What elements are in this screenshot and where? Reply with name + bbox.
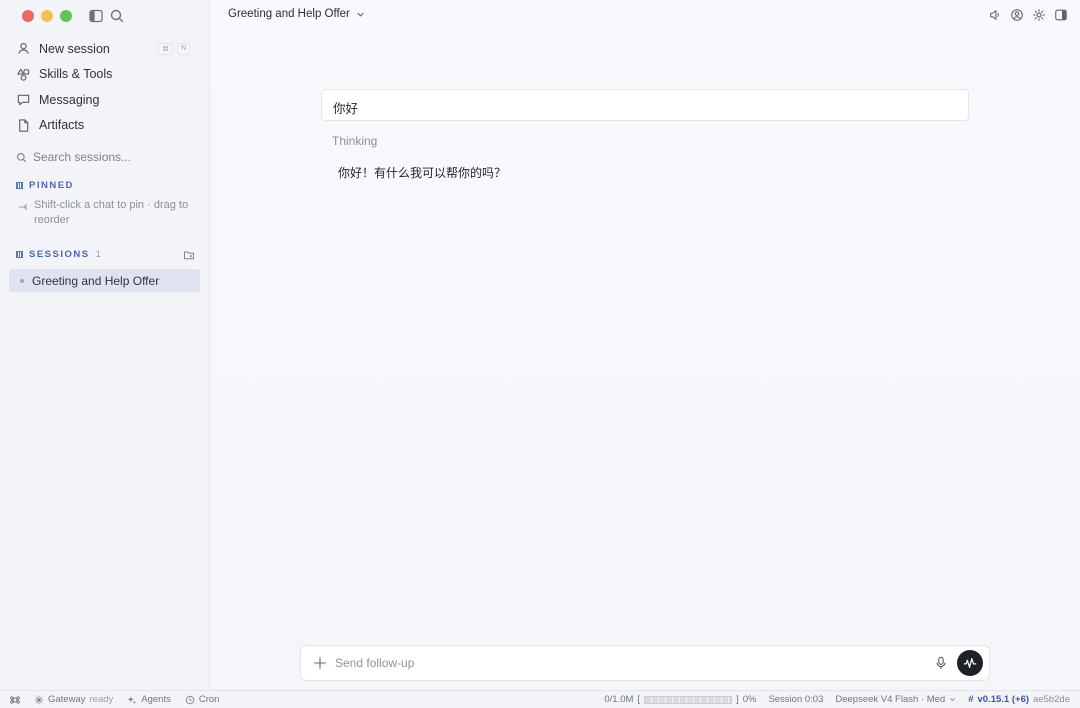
- pin-icon: [19, 203, 27, 211]
- agents-status[interactable]: Agents: [127, 694, 171, 705]
- model-label: Deepseek V4 Flash · Med: [835, 694, 946, 705]
- session-title: Greeting and Help Offer: [32, 273, 160, 288]
- commit-hash: ae5b2de: [1033, 694, 1070, 705]
- clock-icon: [185, 695, 195, 704]
- user-icon: [18, 43, 29, 55]
- chevron-down-icon: [950, 698, 956, 702]
- new-session-button[interactable]: New session ⌘ N: [10, 36, 200, 62]
- sessions-label: SESSIONS: [29, 249, 90, 260]
- session-timer: Session 0:03: [768, 694, 824, 705]
- new-session-label: New session: [39, 41, 110, 56]
- token-usage: 0/1.0M [] 0%: [604, 694, 756, 705]
- user-message-text: 你好: [333, 102, 359, 116]
- gateway-state: ready: [89, 694, 114, 705]
- app-window: New session ⌘ N Skills & Tools Messaging…: [0, 0, 1080, 708]
- minimize-window-button[interactable]: [41, 10, 53, 22]
- sidebar-nav: New session ⌘ N Skills & Tools Messaging…: [10, 36, 200, 138]
- skills-tools-nav-item[interactable]: Skills & Tools: [10, 62, 200, 88]
- speaker-icon[interactable]: [988, 8, 1002, 22]
- grid-icon: [16, 182, 23, 189]
- gear-icon[interactable]: [1032, 8, 1046, 22]
- gateway-status[interactable]: Gateway ready: [34, 694, 113, 705]
- follow-up-input[interactable]: [335, 656, 915, 670]
- grid-icon: [16, 251, 23, 258]
- version-label: v0.15.1 (+6): [977, 694, 1030, 705]
- pinned-label: PINNED: [29, 180, 74, 191]
- cron-label: Cron: [198, 694, 220, 705]
- send-button[interactable]: [957, 650, 983, 676]
- version-info[interactable]: # v0.15.1 (+6) ae5b2de: [968, 694, 1070, 705]
- artifacts-label: Artifacts: [39, 118, 85, 133]
- chevron-down-icon: [357, 12, 364, 17]
- search-icon: [16, 152, 27, 162]
- pinned-hint-text: Shift-click a chat to pin · drag to reor…: [34, 199, 189, 226]
- document-icon: [19, 119, 29, 132]
- new-folder-icon[interactable]: [183, 249, 195, 261]
- gateway-label: Gateway: [48, 694, 86, 705]
- sidebar-toggle-icon[interactable]: [88, 8, 104, 24]
- skills-tools-label: Skills & Tools: [39, 67, 113, 82]
- session-item[interactable]: Greeting and Help Offer: [9, 269, 200, 292]
- pinned-section-header: PINNED: [16, 180, 74, 191]
- shapes-icon: [17, 68, 30, 81]
- sessions-count: 1: [95, 249, 101, 260]
- plus-icon[interactable]: [313, 656, 327, 670]
- chat-bubble-icon: [17, 94, 30, 106]
- thinking-toggle[interactable]: Thinking: [332, 134, 377, 148]
- panel-toggle-icon[interactable]: [1054, 8, 1068, 22]
- page-title: Greeting and Help Offer: [228, 8, 350, 20]
- session-dot: [20, 278, 24, 283]
- close-window-button[interactable]: [22, 10, 34, 22]
- agents-icon: [127, 695, 137, 704]
- session-title-dropdown[interactable]: Greeting and Help Offer: [228, 8, 365, 20]
- profile-icon[interactable]: [1010, 8, 1024, 22]
- new-session-shortcut: ⌘ N: [157, 42, 190, 55]
- sidebar: New session ⌘ N Skills & Tools Messaging…: [0, 0, 210, 690]
- sessions-section-header: SESSIONS 1: [16, 249, 101, 260]
- search-icon[interactable]: [109, 8, 125, 24]
- window-controls: [22, 10, 72, 22]
- messaging-nav-item[interactable]: Messaging: [10, 87, 200, 113]
- waveform-icon: [963, 658, 977, 668]
- hash-icon: #: [968, 694, 974, 705]
- composer: [300, 645, 990, 681]
- header-actions: [988, 8, 1068, 22]
- model-selector[interactable]: Deepseek V4 Flash · Med: [835, 694, 956, 705]
- chat-main: Greeting and Help Offer 你好 Thinking 你好！有…: [211, 0, 1080, 690]
- user-message: 你好: [321, 89, 969, 121]
- shortcut-key-n: N: [176, 42, 190, 55]
- microphone-icon[interactable]: [935, 656, 947, 670]
- pinned-hint: Shift-click a chat to pin · drag to reor…: [18, 198, 200, 228]
- token-bar-right: ]: [736, 694, 739, 705]
- agents-label: Agents: [141, 694, 171, 705]
- artifacts-nav-item[interactable]: Artifacts: [10, 113, 200, 139]
- maximize-window-button[interactable]: [60, 10, 72, 22]
- shortcut-key-cmd: ⌘: [157, 42, 173, 55]
- token-bar-left: [: [637, 694, 641, 705]
- sparkle-icon: [34, 695, 44, 704]
- token-count: 0/1.0M: [604, 694, 634, 705]
- status-bar: Gateway ready Agents Cron 0/1.0M [] 0% …: [0, 690, 1080, 708]
- messaging-label: Messaging: [39, 92, 100, 107]
- token-percent: 0%: [742, 694, 757, 705]
- cron-status[interactable]: Cron: [185, 694, 220, 705]
- command-icon[interactable]: [10, 695, 20, 705]
- search-sessions-placeholder: Search sessions...: [33, 150, 132, 164]
- session-search[interactable]: Search sessions...: [16, 150, 131, 164]
- assistant-reply: 你好！有什么我可以帮你的吗？: [338, 166, 507, 180]
- token-progress-bar: [644, 695, 733, 704]
